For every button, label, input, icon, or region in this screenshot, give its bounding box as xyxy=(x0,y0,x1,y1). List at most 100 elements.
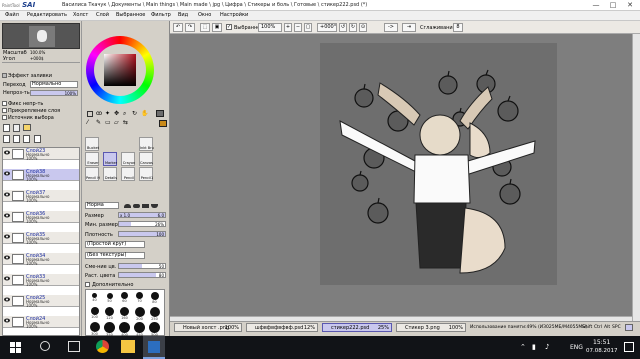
eye-icon[interactable] xyxy=(4,150,10,155)
ruler-icon[interactable]: ▱ xyxy=(114,119,119,126)
selection-eraser-icon[interactable]: ▭ xyxy=(105,119,111,126)
vertical-scrollbar[interactable] xyxy=(632,34,640,321)
menu-layer[interactable]: Слой xyxy=(96,12,109,18)
rect-select-icon[interactable] xyxy=(87,111,93,117)
attach-checkbox[interactable] xyxy=(2,108,7,113)
tip-shape-icon[interactable] xyxy=(151,204,158,208)
brush-tip-shapes[interactable] xyxy=(124,202,164,209)
size-preset[interactable]: 450 xyxy=(134,322,145,337)
angle-value[interactable]: +000$ xyxy=(30,56,44,61)
angle-field[interactable]: +000° xyxy=(317,23,337,32)
canvas-viewport[interactable] xyxy=(170,34,640,316)
eye-icon[interactable] xyxy=(4,318,10,323)
language-indicator[interactable]: ENG xyxy=(570,344,583,351)
selected-checkbox[interactable]: ✓ xyxy=(226,24,232,30)
menu-filter[interactable]: Фильтр xyxy=(151,12,171,18)
new-layer-icon[interactable] xyxy=(3,124,10,132)
size-preset[interactable]: 60 xyxy=(119,292,130,306)
minimize-button[interactable]: — xyxy=(588,0,604,10)
fill-effect-label[interactable]: Эффект заливки xyxy=(8,73,52,79)
tool-bucket[interactable]: Bucket xyxy=(85,137,99,151)
layer-row[interactable]: Слой34 Нормально 100% xyxy=(3,253,79,266)
scale-value[interactable]: 100.0% xyxy=(30,50,45,55)
layer-row[interactable]: Слой33 Нормально 100% xyxy=(3,274,79,287)
size-preset[interactable]: 80 xyxy=(149,292,160,306)
blend-slider[interactable]: 50 xyxy=(118,263,166,269)
min-size-slider[interactable]: 26% xyxy=(118,221,166,227)
brush-size-slider[interactable]: x 1.0 6.0 xyxy=(118,212,166,218)
color-sv-square[interactable] xyxy=(104,54,136,86)
task-view-icon[interactable] xyxy=(68,341,80,352)
eye-icon[interactable] xyxy=(4,297,10,302)
eye-icon[interactable] xyxy=(4,255,10,260)
tip-shape-icon[interactable] xyxy=(142,204,149,208)
eye-icon[interactable] xyxy=(4,213,10,218)
eyedropper-icon[interactable]: ⁄ xyxy=(87,119,88,126)
tray-chevron-icon[interactable]: ⌃ xyxy=(520,343,526,351)
layer-row[interactable]: Слой24 Нормально 100% xyxy=(3,316,79,329)
tool-inkt-brush[interactable]: Inkt Brush xyxy=(139,137,154,151)
layer-row[interactable]: Слой25 Нормально 100% xyxy=(3,295,79,308)
tool-details[interactable]: Details xyxy=(103,167,117,181)
size-preset[interactable]: 350 xyxy=(104,322,115,337)
blend-mode-select[interactable]: Нормально xyxy=(30,81,78,88)
rotate-reset-button[interactable]: ⊙ xyxy=(359,23,367,32)
chrome-icon[interactable] xyxy=(96,340,109,353)
zoom-field[interactable]: 100% xyxy=(258,23,282,32)
density-slider[interactable]: 100 xyxy=(118,231,166,237)
document-tab[interactable]: Стикер 3.png 100% xyxy=(396,323,466,332)
eye-icon[interactable] xyxy=(4,234,10,239)
size-preset[interactable]: 200 xyxy=(134,307,145,321)
file-explorer-icon[interactable] xyxy=(121,340,135,353)
rotate-left-button[interactable]: ↺ xyxy=(339,23,347,32)
close-button[interactable]: ✕ xyxy=(622,0,638,10)
menu-edit[interactable]: Редактировать xyxy=(27,12,67,18)
smoothing-field[interactable]: 8 xyxy=(453,23,463,32)
new-folder-icon[interactable] xyxy=(23,124,31,131)
selection-pen-icon[interactable]: ✎ xyxy=(96,119,101,126)
tool-crayon[interactable]: Crayon xyxy=(121,152,135,166)
size-preset[interactable]: 500 xyxy=(149,322,160,337)
windows-start-icon[interactable] xyxy=(10,342,21,353)
fill-effect-checkbox[interactable] xyxy=(2,73,7,78)
layer-row[interactable]: Слой35 Нормально 100% xyxy=(3,232,79,245)
zoom-icon[interactable]: ⌕ xyxy=(123,110,126,118)
brush-mode-select[interactable]: Норма xyxy=(85,202,119,209)
brush-texture-select[interactable]: (Без текстуры) xyxy=(85,252,145,259)
source-checkbox[interactable] xyxy=(2,115,7,120)
navigator-preview[interactable] xyxy=(2,23,80,49)
layer-row[interactable]: Слой23 Нормально 100% xyxy=(3,148,79,161)
opacity-slider[interactable]: 100% xyxy=(30,90,78,96)
size-preset[interactable]: 400 xyxy=(119,322,130,337)
menu-file[interactable]: Файл xyxy=(5,12,19,18)
hand-icon[interactable]: ✋ xyxy=(141,110,148,117)
tool-marker[interactable]: Marker xyxy=(103,152,117,166)
size-preset[interactable]: 100 xyxy=(89,307,100,321)
menu-canvas[interactable]: Холст xyxy=(73,12,88,18)
magic-wand-icon[interactable]: ✦ xyxy=(105,110,110,117)
network-icon[interactable]: ▮ xyxy=(532,343,536,351)
zoom-in-button[interactable]: + xyxy=(284,23,292,32)
zoom-out-button[interactable]: − xyxy=(294,23,302,32)
menu-selection[interactable]: Выбранное xyxy=(116,12,145,18)
flip-button[interactable]: -> xyxy=(384,23,398,32)
eye-icon[interactable] xyxy=(4,276,10,281)
lasso-icon[interactable]: ꝏ xyxy=(96,110,102,117)
search-icon[interactable] xyxy=(40,341,50,351)
clip-checkbox[interactable] xyxy=(2,101,7,106)
menu-view[interactable]: Вид xyxy=(178,12,188,18)
size-preset[interactable]: 160 xyxy=(119,307,130,321)
primary-color-swatch[interactable] xyxy=(156,110,164,117)
layer-row[interactable]: Слой37 Нормально 100% xyxy=(3,190,79,203)
undo-button[interactable]: ↶ xyxy=(173,23,183,32)
eye-icon[interactable] xyxy=(4,192,10,197)
size-preset[interactable]: 40 xyxy=(89,292,100,306)
secondary-color-swatch[interactable] xyxy=(159,120,167,127)
eye-icon[interactable] xyxy=(4,171,10,176)
flip-icon[interactable]: ⇆ xyxy=(123,119,128,126)
document-tab-active[interactable]: стикер222.psd 25% xyxy=(322,323,392,332)
rotate-right-button[interactable]: ↻ xyxy=(349,23,357,32)
color-wheel[interactable] xyxy=(86,36,154,104)
drawing-canvas[interactable] xyxy=(320,43,557,285)
tool-pencil1[interactable]: Pencil1 xyxy=(139,167,153,181)
